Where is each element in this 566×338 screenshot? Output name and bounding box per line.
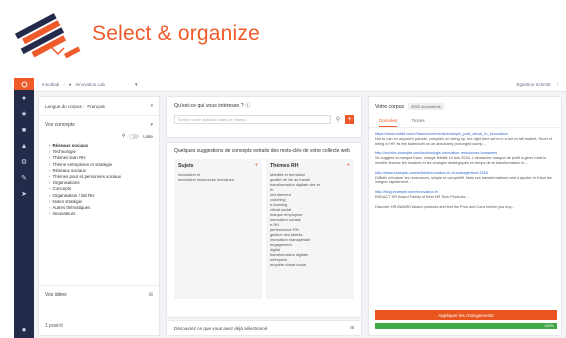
corpus-language-select[interactable]: Langue du corpus : Français ▾ [39,97,159,116]
add-all-icon[interactable]: + [254,163,258,169]
breadcrumb-separator-icon: › [63,82,65,87]
suggestion-item[interactable]: innovation ressources humaines [178,177,258,182]
logo-icon [14,13,81,59]
nav-gear-icon[interactable]: ⚙ [14,154,34,170]
document-snippet: Not to ruin on anyone's parade, complain… [375,136,552,146]
suggestion-column-sujets: Sujets + innovation rh innovation ressou… [174,158,262,299]
concept-filter-row: ⚲ Liste [39,131,159,141]
user-name: Egantine Schmitt [516,82,551,87]
suggestions-title: Quelques suggestions de concepts extrait… [174,148,350,154]
nav-pin-icon[interactable]: ● [14,90,34,106]
concepts-panel: Langue du corpus : Français ▾ Vos concep… [38,96,160,336]
suggestion-list: Mobilité et formation qualité de vie au t… [270,172,350,267]
corpus-panel: Votre corpus 3000 documents Données Text… [368,96,562,336]
user-menu[interactable]: Egantine Schmitt ⋮ [516,82,560,88]
info-icon[interactable]: ⓘ [245,103,250,109]
document-list: https://www.reddit.com/r/france/comments… [369,128,561,214]
hero-header: Select & organize [0,0,566,72]
column-header: Thèmes RH + [270,162,350,169]
document-snippet: Discover HR AWARD Award products and fin… [375,204,515,209]
concepts-title: Vos concepts [45,122,75,128]
question-input-row: Écrivez votre question dans ce champ... … [174,115,354,124]
nav-home-icon[interactable] [14,78,34,90]
nav-star-icon[interactable]: ★ [14,106,34,122]
nav-rail: ● ★ ■ ▲ ⚙ ✎ ➤ ● [14,78,34,338]
nav-edit-icon[interactable]: ✎ [14,170,34,186]
column-header: Sujets + [178,162,258,169]
chevron-down-icon: ▾ [150,103,153,108]
chevron-right-icon: › [49,211,51,217]
list-toggle[interactable] [129,133,140,139]
nav-power-icon[interactable]: ● [14,325,34,334]
project-dropdown-icon[interactable]: ▾ [135,82,138,88]
nav-chart-icon[interactable]: ▲ [14,138,34,154]
breadcrumb: Innodiab › ● Innovation Lab [42,82,105,87]
add-all-icon[interactable]: + [346,163,350,169]
add-question-button[interactable]: + [345,115,354,124]
corpus-tabs: Données Textes [369,114,561,128]
language-value: Français [87,103,105,109]
ideas-header[interactable]: Vos idées ⊞ [39,285,159,304]
postit-count: 1 post-it [45,323,63,329]
suggestion-columns: Sujets + innovation rh innovation ressou… [174,158,354,299]
app-window: ● ★ ■ ▲ ⚙ ✎ ➤ ● Innodiab › ● Innovation … [14,78,566,338]
concept-item[interactable]: › Innovateurs [49,211,153,217]
tab-donnees[interactable]: Données [379,118,398,127]
corpus-header: Votre corpus 3000 documents [369,97,561,114]
question-input[interactable]: Écrivez votre question dans ce champ... [174,115,331,124]
suggestion-column-themes-rh: Thèmes RH + Mobilité et formation qualité… [266,158,354,299]
discover-row[interactable]: Découvrez ce que vous avez déjà sélectio… [166,320,362,336]
question-box: Qu'est-ce qui vous intéresse ? ⓘ Écrivez… [166,96,362,138]
breadcrumb-org[interactable]: Innodiab [42,82,59,87]
expand-icon[interactable]: ⊞ [350,325,354,331]
page-title: Select & organize [92,22,260,45]
document-item: http://archive.example.com/technologie-i… [375,151,555,165]
suggestion-item[interactable]: enquête climat social [270,262,350,267]
document-snippet: ENDACT HR Award Family of Best HR Tech P… [375,194,469,199]
nav-export-icon[interactable]: ➤ [14,186,34,202]
breadcrumb-project[interactable]: Innovation Lab [76,82,106,87]
concept-list: › Réseaux sociaux › Technologie › Thèmes le… [39,141,159,217]
discover-label: Découvrez ce que vous avez déjà sélectio… [174,325,268,331]
tab-textes[interactable]: Textes [411,118,424,127]
document-item: https://www.reddit.com/r/france/comments… [375,132,555,146]
concepts-header[interactable]: Vos concepts ▾ [39,116,159,131]
document-snippet: Se suggère la marque franc, chargé fidél… [375,156,547,165]
location-icon: ● [68,82,72,87]
apply-changes-button[interactable]: Appliquer les changements [375,310,557,320]
suggestion-list: innovation rh innovation ressources huma… [178,172,258,182]
top-bar: Innodiab › ● Innovation Lab ▾ Egantine S… [34,78,566,92]
ideas-title: Vos idées [45,292,67,298]
chevron-down-icon: ▾ [150,122,153,128]
search-icon[interactable]: ⚲ [334,116,342,123]
document-item: http://blog.example.com/innovation-rh END… [375,190,555,200]
document-item: http://www.example.com/article/innovatio… [375,171,555,185]
progress-bar: 100% [375,323,557,329]
user-menu-icon: ⋮ [555,81,561,87]
filter-label: Liste [143,133,153,139]
document-snippet: Difficile d'évaluer les ressources, simp… [375,175,552,185]
search-icon[interactable]: ⚲ [122,133,125,139]
corpus-title: Votre corpus [375,103,405,110]
progress-label: 100% [544,324,554,328]
question-title: Qu'est-ce qui vous intéresse ? ⓘ [174,103,251,109]
center-panel: Qu'est-ce qui vous intéresse ? ⓘ Écrivez… [166,96,362,336]
suggestions-box: Quelques suggestions de concepts extrait… [166,142,362,318]
nav-list-icon[interactable]: ■ [14,122,34,138]
language-label: Langue du corpus : [45,103,85,109]
add-idea-icon[interactable]: ⊞ [149,292,153,298]
document-count-badge: 3000 documents [408,103,444,110]
